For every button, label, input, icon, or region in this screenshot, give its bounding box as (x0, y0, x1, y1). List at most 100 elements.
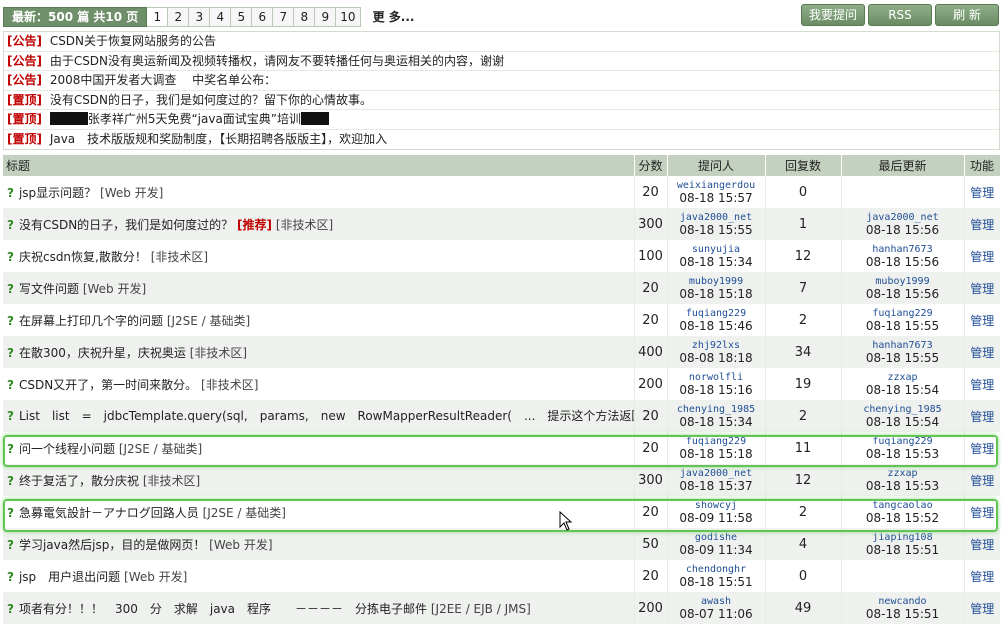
topic-link[interactable]: 问一个线程小问题 (19, 442, 115, 456)
notice-link[interactable]: CSDN关于恢复网站服务的公告 (50, 34, 216, 48)
page-link-4[interactable]: 4 (210, 7, 232, 27)
topic-link[interactable]: List list = jdbcTemplate.query(sql, para… (19, 409, 634, 423)
topic-link[interactable]: 没有CSDN的日子，我们是如何度过的？ (19, 218, 233, 232)
asker-name[interactable]: java2000_net (668, 468, 765, 479)
topic-link[interactable]: CSDN又开了，第一时间来散分。 (19, 378, 197, 392)
last-user-name[interactable]: muboy1999 (842, 276, 964, 287)
asker-name[interactable]: java2000_net (668, 212, 765, 223)
asker-name[interactable]: awash (668, 596, 765, 607)
more-link[interactable]: 更 多... (373, 7, 415, 27)
asker-name[interactable]: zhj92lxs (668, 340, 765, 351)
manage-link[interactable]: 管理 (970, 378, 994, 392)
category-link[interactable]: [Web 开发] (100, 186, 163, 200)
manage-link[interactable]: 管理 (970, 250, 994, 264)
asker-name[interactable]: norwolfli (668, 372, 765, 383)
asker-cell: weixiangerdou 08-18 15:57 (666, 176, 765, 208)
page-link-6[interactable]: 6 (252, 7, 274, 27)
last-user-name[interactable]: chenying_1985 (842, 404, 964, 415)
last-user-name[interactable]: newcando (842, 596, 964, 607)
last-user-name[interactable]: tangcaolao (842, 500, 964, 511)
page-link-3[interactable]: 3 (189, 7, 211, 27)
last-user-name[interactable]: fuqiang229 (842, 436, 964, 447)
notice-link[interactable]: 2008中国开发者大调查 中奖名单公布： (50, 73, 276, 87)
replies-cell: 0 (764, 176, 841, 208)
manage-link[interactable]: 管理 (970, 186, 994, 200)
manage-link[interactable]: 管理 (970, 570, 994, 584)
manage-link[interactable]: 管理 (970, 346, 994, 360)
category-link[interactable]: [非技术区] (151, 250, 208, 264)
topic-link[interactable]: 项者有分！！！ 300 分 求解 java 程序 －－－－ 分拣电子邮件 (19, 602, 427, 616)
table-header: 标题 分数 提问人 回复数 最后更新 功能 (3, 155, 1001, 176)
asker-name[interactable]: fuqiang229 (668, 436, 765, 447)
category-link[interactable]: [J2SE / 基础类] (203, 506, 286, 520)
refresh-button[interactable]: 刷 新 (935, 4, 999, 26)
category-link[interactable]: [Web 开发] (124, 570, 187, 584)
topic-link[interactable]: 写文件问题 (19, 282, 79, 296)
notice-link[interactable]: Java 技术版版规和奖励制度，【长期招聘各版版主】，欢迎加入 (50, 132, 387, 146)
category-link[interactable]: [Web 开发] (83, 282, 146, 296)
page-link-5[interactable]: 5 (231, 7, 253, 27)
asked-time: 08-07 11:06 (679, 606, 753, 621)
page-link-1[interactable]: 1 (147, 7, 169, 27)
action-buttons: 我要提问 RSS 刷 新 (801, 4, 999, 26)
function-cell: 管理 (963, 400, 1000, 432)
manage-link[interactable]: 管理 (970, 602, 994, 616)
manage-link[interactable]: 管理 (970, 282, 994, 296)
topic-link[interactable]: 终于复活了，散分庆祝 (19, 474, 139, 488)
manage-link[interactable]: 管理 (970, 314, 994, 328)
topic-link[interactable]: 在屏幕上打印几个字的问题 (19, 314, 163, 328)
last-user-name[interactable]: zzxap (842, 468, 964, 479)
category-link[interactable]: [J2SE / 基础类] (119, 442, 202, 456)
category-link[interactable]: [J2EE / EJB / JMS] (431, 602, 531, 616)
question-icon: ? (7, 409, 14, 423)
page-link-2[interactable]: 2 (168, 7, 190, 27)
asker-name[interactable]: muboy1999 (668, 276, 765, 287)
notice-link[interactable]: 由于CSDN没有奥运新闻及视频转播权，请网友不要转播任何与奥运相关的内容，谢谢 (50, 54, 504, 68)
ask-question-button[interactable]: 我要提问 (801, 4, 865, 26)
manage-link[interactable]: 管理 (970, 538, 994, 552)
asker-name[interactable]: weixiangerdou (668, 180, 765, 191)
page-link-8[interactable]: 8 (294, 7, 316, 27)
topic-link[interactable]: jsp 用户退出问题 (19, 570, 120, 584)
asker-name[interactable]: chenying_1985 (668, 404, 765, 415)
topic-link[interactable]: 急募電気設計－アナログ回路人员 (19, 506, 199, 520)
last-user-name[interactable]: fuqiang229 (842, 308, 964, 319)
table-row: ? 写文件问题 [Web 开发] 20 muboy1999 08-18 15:18 7 mu… (3, 272, 1000, 304)
manage-link[interactable]: 管理 (970, 218, 994, 232)
page-link-7[interactable]: 7 (273, 7, 295, 27)
category-link[interactable]: [非技术区] (190, 346, 247, 360)
topic-link[interactable]: 在散300，庆祝升星，庆祝奥运 (19, 346, 186, 360)
asker-name[interactable]: showcyj (668, 500, 765, 511)
score-cell: 200 (633, 592, 667, 624)
topic-link[interactable]: 学习java然后jsp，目的是做网页！ (19, 538, 205, 552)
asker-name[interactable]: godishe (668, 532, 765, 543)
manage-link[interactable]: 管理 (970, 474, 994, 488)
topic-link[interactable]: jsp显示问题？ (19, 186, 96, 200)
last-user-name[interactable]: hanhan7673 (842, 340, 964, 351)
category-link[interactable]: [非技术区] (201, 378, 258, 392)
asker-name[interactable]: fuqiang229 (668, 308, 765, 319)
last-user-name[interactable]: hanhan7673 (842, 244, 964, 255)
last-user-name[interactable]: zzxap (842, 372, 964, 383)
topic-link[interactable]: 庆祝csdn恢复,散散分！ (19, 250, 147, 264)
page-link-9[interactable]: 9 (315, 7, 337, 27)
notice-link[interactable]: 没有CSDN的日子，我们是如何度过的？留下你的心情故事。 (50, 93, 372, 107)
score-cell: 400 (633, 336, 667, 368)
notice-link[interactable]: 张孝祥广州5天免费“java面试宝典”培训 (88, 112, 301, 126)
rss-button[interactable]: RSS (868, 4, 932, 26)
asker-name[interactable]: sunyujia (668, 244, 765, 255)
manage-link[interactable]: 管理 (970, 442, 994, 456)
page-link-10[interactable]: 10 (336, 7, 361, 27)
manage-link[interactable]: 管理 (970, 410, 994, 424)
notice-item: [置顶] 张孝祥广州5天免费“java面试宝典”培训 (4, 110, 999, 130)
category-link[interactable]: [非技术区] (143, 474, 200, 488)
manage-link[interactable]: 管理 (970, 506, 994, 520)
category-link[interactable]: [非技术区] (276, 218, 333, 232)
last-user-name[interactable]: java2000_net (842, 212, 964, 223)
notice-tag: [公告] (7, 34, 42, 48)
category-link[interactable]: [Web 开发] (209, 538, 272, 552)
category-link[interactable]: [J2SE / 基础类] (167, 314, 250, 328)
asked-time: 08-18 15:37 (679, 478, 753, 493)
asker-name[interactable]: chendonghr (668, 564, 765, 575)
last-user-name[interactable]: jiaping108 (842, 532, 964, 543)
